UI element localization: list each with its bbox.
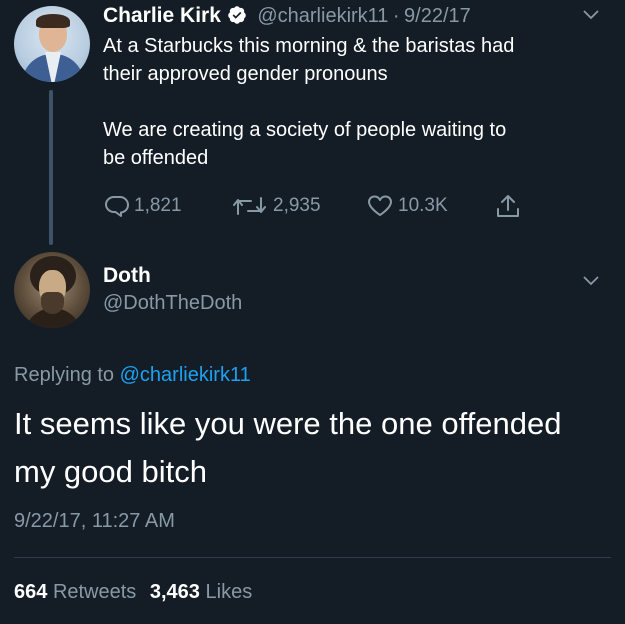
thread-line <box>49 90 53 245</box>
reply-icon <box>105 196 129 217</box>
parent-tweet-text-line4: be offended <box>103 147 209 169</box>
avatar-hair <box>36 14 70 28</box>
tweet-date[interactable]: 9/22/17 <box>404 5 471 27</box>
chevron-down-icon[interactable] <box>583 10 599 20</box>
reply-count: 1,821 <box>134 195 182 216</box>
avatar-beard <box>41 292 64 314</box>
share-button[interactable] <box>494 192 526 220</box>
like-button[interactable]: 10.3K <box>366 192 448 220</box>
like-icon <box>368 195 392 216</box>
replying-to-line: Replying to @charliekirk11 <box>14 364 251 387</box>
retweet-icon <box>233 197 266 215</box>
share-icon <box>497 195 519 217</box>
chevron-down-icon[interactable] <box>583 276 599 286</box>
reply-author-name[interactable]: Doth <box>103 264 151 288</box>
like-total[interactable]: 3,463 <box>150 581 200 603</box>
parent-tweet-text-line1: At a Starbucks this morning & the barist… <box>103 35 515 57</box>
author-name[interactable]: Charlie Kirk <box>103 4 221 27</box>
reply-author-handle[interactable]: @DothTheDoth <box>103 292 242 315</box>
reply-text-line1: It seems like you were the one offended <box>14 406 562 441</box>
retweet-count: 2,935 <box>273 195 321 216</box>
author-handle[interactable]: @charliekirk11 <box>257 5 388 27</box>
avatar-doth[interactable] <box>14 252 90 328</box>
reply-button[interactable]: 1,821 <box>104 192 182 220</box>
parent-tweet-header: Charlie Kirk @charliekirk11 · 9/22/17 <box>103 4 471 28</box>
like-label[interactable]: Likes <box>206 581 253 603</box>
reply-text-line2: my good bitch <box>14 454 207 489</box>
retweet-button[interactable]: 2,935 <box>231 192 321 220</box>
replying-to-link[interactable]: @charliekirk11 <box>120 364 251 386</box>
parent-tweet-text-line2: their approved gender pronouns <box>103 63 388 85</box>
engagement-stats: 664 Retweets 3,463 Likes <box>14 581 252 604</box>
like-count: 10.3K <box>398 195 448 216</box>
replying-to-prefix: Replying to <box>14 364 115 386</box>
avatar-charlie-kirk[interactable] <box>14 6 90 82</box>
retweet-label[interactable]: Retweets <box>53 581 136 603</box>
divider <box>14 557 611 558</box>
verified-badge-icon <box>227 5 247 25</box>
retweet-total[interactable]: 664 <box>14 581 47 603</box>
separator-dot: · <box>392 5 400 27</box>
reply-timestamp[interactable]: 9/22/17, 11:27 AM <box>14 510 175 533</box>
parent-tweet-text-line3: We are creating a society of people wait… <box>103 119 507 141</box>
